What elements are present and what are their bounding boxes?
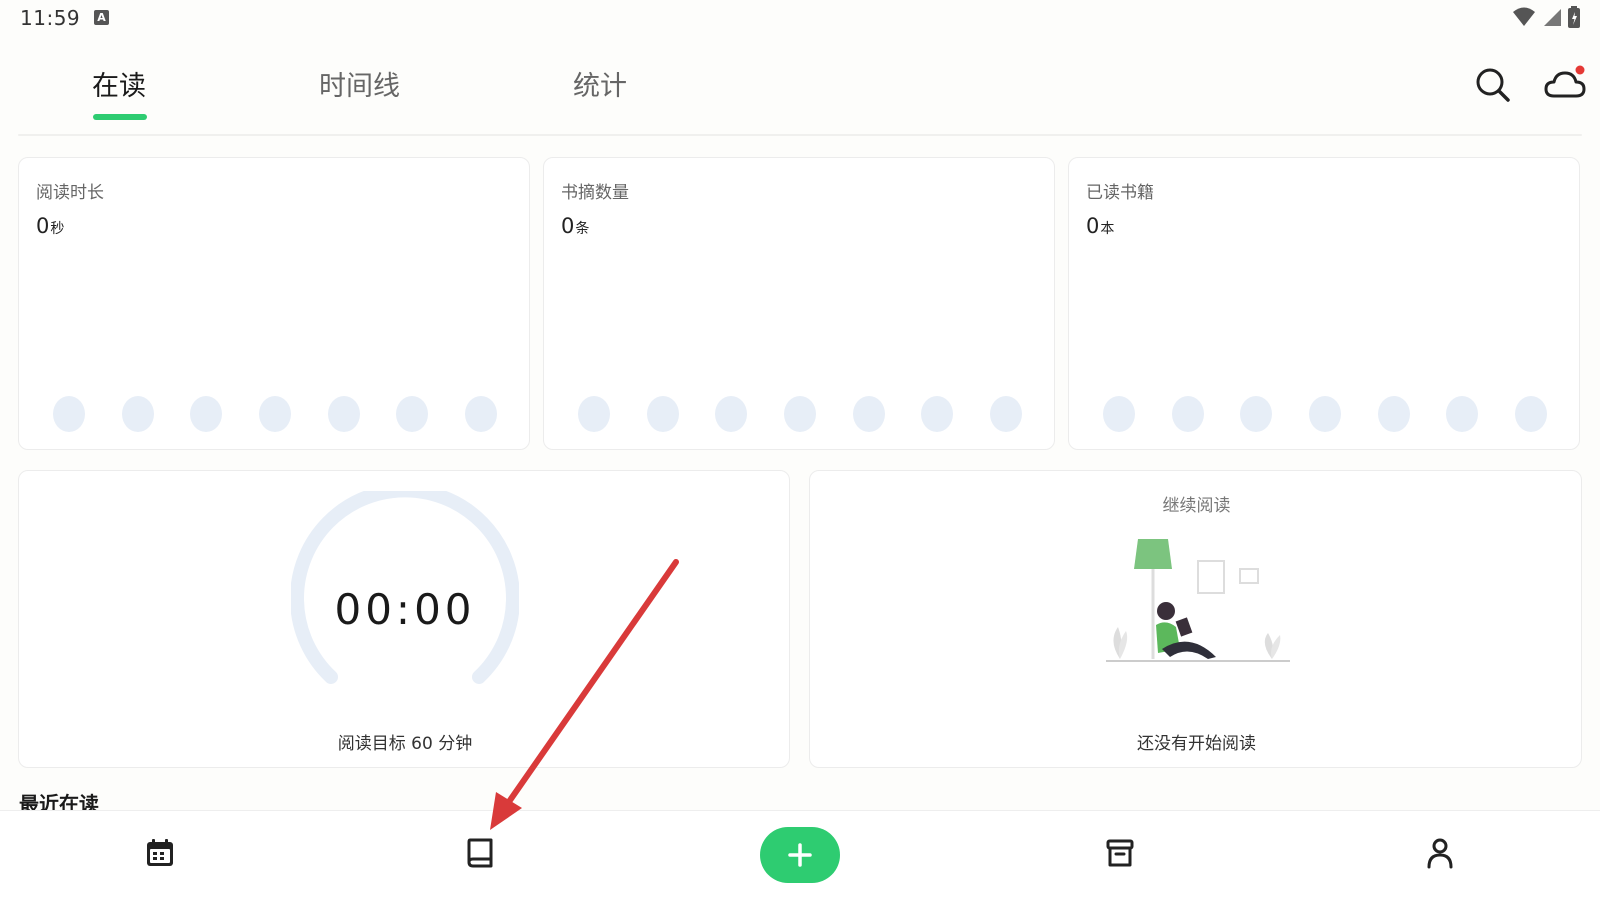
day-dot [646,396,679,432]
day-dot [396,396,429,432]
calendar-icon[interactable] [140,833,180,873]
weekday-dots [578,396,1022,432]
archive-icon[interactable] [1100,833,1140,873]
status-time: 11:59 [20,6,81,30]
day-dot [1171,396,1204,432]
cell-signal-icon [1544,9,1561,26]
add-button[interactable] [760,827,840,883]
day-dot [989,396,1022,432]
header-divider [18,134,1582,136]
timer-display: 00:00 [334,585,476,634]
day-dot [464,396,497,432]
day-dot [1377,396,1410,432]
notification-badge [1575,65,1585,75]
day-dot [1446,396,1479,432]
day-dot [327,396,360,432]
book-icon[interactable] [460,833,500,873]
reading-goal: 阅读目标 60 分钟 [337,734,473,754]
wifi-icon [1513,7,1535,26]
day-dot [1103,396,1135,432]
stat-value: 0条 [561,214,590,238]
stat-label: 阅读时长 [36,183,104,203]
no-reading-message: 还没有开始阅读 [1137,734,1256,754]
day-dot [578,396,610,432]
weekday-dots [53,396,497,432]
active-tab-indicator [93,114,147,120]
stat-value: 0本 [1086,214,1115,238]
tab-statistics[interactable]: 统计 [573,64,627,103]
continue-reading-title: 继续阅读 [1162,496,1231,516]
cloud-sync-icon[interactable] [1543,64,1587,104]
day-dot [1308,396,1341,432]
day-dot [852,396,885,432]
stat-card-books-read[interactable]: 已读书籍 0本 [1068,157,1580,450]
continue-reading-card[interactable]: 继续阅读 还没有开始阅读 [809,470,1582,768]
stat-card-reading-time[interactable]: 阅读时长 0秒 [18,157,530,450]
day-dot [53,396,85,432]
tab-reading[interactable]: 在读 [92,64,146,103]
day-dot [190,396,223,432]
recent-reading-title: 最近在读 [19,792,99,810]
day-dot [121,396,154,432]
reading-timer-card[interactable]: 00:00 阅读目标 60 分钟 [18,470,790,768]
weekday-dots [1103,396,1547,432]
stat-card-excerpts[interactable]: 书摘数量 0条 [543,157,1055,450]
stat-label: 已读书籍 [1086,183,1154,203]
screen: 11:59 A 在读 时间线 统计 阅读时长 0秒 书摘数量 0条 已读书籍 0… [0,0,1600,900]
notification-a-icon: A [94,10,109,25]
status-icons [1512,6,1580,28]
stat-label: 书摘数量 [561,183,629,203]
profile-icon[interactable] [1420,833,1460,873]
status-bar: 11:59 A [0,0,1600,38]
day-dot [783,396,816,432]
reading-person-illustration [1106,539,1290,662]
day-dot [715,396,748,432]
stat-value: 0秒 [36,214,65,238]
day-dot [258,396,291,432]
day-dot [1514,396,1547,432]
search-icon[interactable] [1472,64,1512,104]
bottom-navigation [0,810,1600,900]
day-dot [1240,396,1273,432]
battery-icon [1568,6,1580,28]
tab-timeline[interactable]: 时间线 [319,64,400,103]
add-icon [788,843,812,867]
day-dot [921,396,954,432]
